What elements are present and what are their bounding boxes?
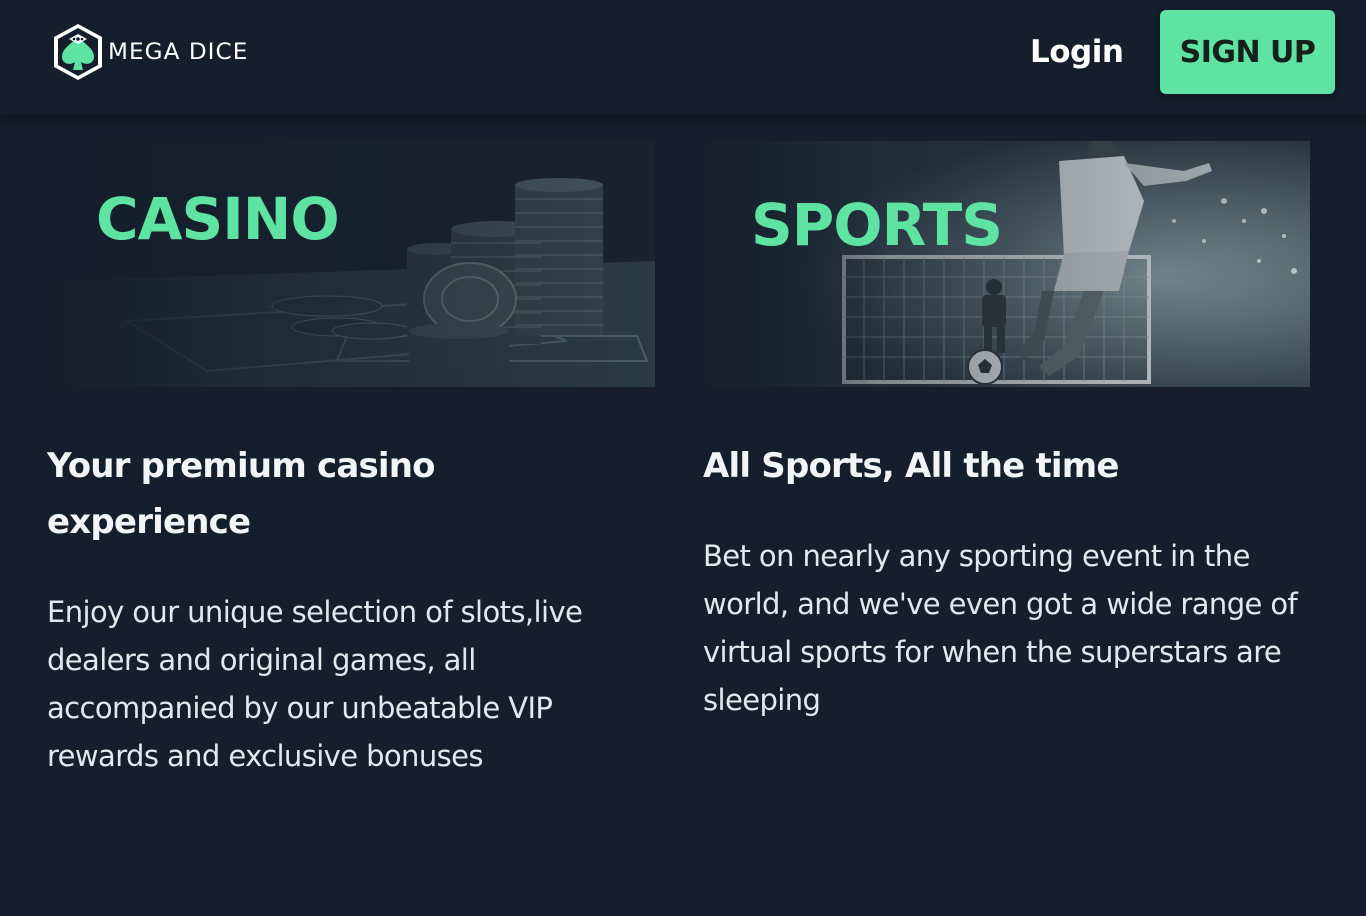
dice-spade-logo-icon (54, 24, 102, 80)
sports-banner[interactable]: SPORTS (704, 141, 1310, 387)
logo-text: MEGA DICE (108, 39, 249, 65)
sports-description: Bet on nearly any sporting event in the … (703, 539, 1298, 717)
sports-heading: All Sports, All the time (703, 446, 1119, 486)
casino-heading: Your premium casino experience (47, 446, 436, 542)
site-header: MEGA DICE Login SIGN UP (0, 0, 1366, 115)
login-link[interactable]: Login (1030, 28, 1124, 76)
signup-button[interactable]: SIGN UP (1160, 10, 1335, 94)
sports-banner-image (704, 141, 1310, 387)
logo[interactable]: MEGA DICE (50, 22, 247, 82)
casino-banner-image (47, 141, 655, 387)
casino-banner-title: CASINO (96, 185, 340, 253)
casino-description: Enjoy our unique selection of slots,live… (47, 595, 583, 773)
sports-banner-title: SPORTS (751, 191, 1003, 259)
casino-banner[interactable]: CASINO (47, 141, 655, 387)
